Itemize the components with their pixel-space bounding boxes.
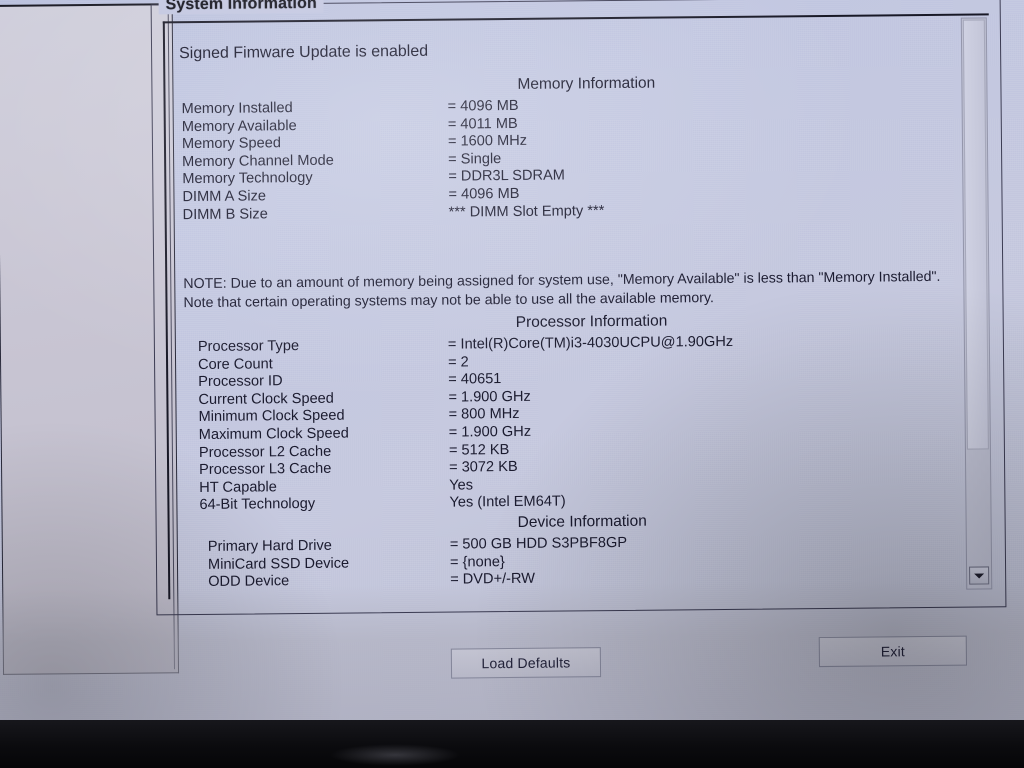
system-information-group: System Information Signed Fimware Update… xyxy=(150,0,1007,616)
info-row-value: = 1.900 GHz xyxy=(448,423,532,441)
load-defaults-button[interactable]: Load Defaults xyxy=(450,647,602,679)
left-navigation-pane-inner xyxy=(0,8,176,671)
section-rows-device: Primary Hard Drive = 500 GB HDD S3PBF8GP M… xyxy=(208,531,995,592)
section-title-processor: Processor Information xyxy=(515,312,668,331)
info-row-label: Processor L2 Cache xyxy=(198,443,332,461)
page-title: System Information xyxy=(158,0,324,15)
info-row-value: Yes (Intel EM64T) xyxy=(449,493,566,511)
info-row-label: Core Count xyxy=(198,355,273,373)
info-row-label: Current Clock Speed xyxy=(198,390,334,408)
section-rows-memory: Memory Installed = 4096 MB Memory Availabl… xyxy=(182,93,995,224)
laptop-screen: System Information Signed Fimware Update… xyxy=(0,0,1024,732)
info-row-label: Primary Hard Drive xyxy=(207,537,332,555)
info-row-label: Memory Installed xyxy=(181,100,293,118)
info-row-label: DIMM B Size xyxy=(182,205,268,223)
memory-note-text: NOTE: Due to an amount of memory being a… xyxy=(183,268,941,311)
info-row-label: 64-Bit Technology xyxy=(199,496,316,514)
info-row-value: = DVD+/-RW xyxy=(450,570,536,588)
info-row-label: HT Capable xyxy=(199,479,277,496)
info-row-value: *** DIMM Slot Empty *** xyxy=(448,202,605,221)
vertical-scrollbar[interactable] xyxy=(960,17,993,590)
info-row-value: = 4096 MB xyxy=(448,185,520,203)
info-row-value: = 3072 KB xyxy=(449,459,518,476)
section-title-memory: Memory Information xyxy=(517,74,656,93)
info-row-label: Processor ID xyxy=(198,373,283,391)
info-row-label: Processor Type xyxy=(197,338,300,356)
signed-firmware-banner: Signed Fimware Update is enabled xyxy=(179,42,429,63)
system-information-content-frame: Signed Fimware Update is enabled Memory … xyxy=(162,13,995,600)
info-row-label: DIMM A Size xyxy=(182,188,267,206)
info-row-label: Minimum Clock Speed xyxy=(198,407,345,426)
laptop-bezel xyxy=(0,720,1024,768)
section-rows-processor: Processor Type = Intel(R)Core(TM)i3-4030U… xyxy=(198,331,994,515)
scrollbar-thumb[interactable] xyxy=(962,19,989,450)
info-row-label: MiniCard SSD Device xyxy=(207,555,350,573)
info-row-value: = 4011 MB xyxy=(447,115,518,133)
exit-button[interactable]: Exit xyxy=(818,635,968,668)
info-row-value: = 1.900 GHz xyxy=(448,388,531,406)
info-row-value: = 40651 xyxy=(448,371,502,388)
section-title-device: Device Information xyxy=(517,512,647,531)
chevron-down-icon xyxy=(974,573,985,579)
info-row-value: Yes xyxy=(449,477,474,494)
info-row-label: Memory Available xyxy=(181,117,297,135)
bezel-reflection xyxy=(330,744,460,766)
info-row-value: = Single xyxy=(448,150,502,168)
info-row-label: Processor L3 Cache xyxy=(199,460,332,479)
info-row-value: = 1600 MHz xyxy=(447,133,528,150)
info-row-value: = 2 xyxy=(447,354,469,371)
info-row-label: Memory Speed xyxy=(181,135,282,153)
info-row-label: Memory Technology xyxy=(182,170,313,188)
info-row-label: Memory Channel Mode xyxy=(182,152,334,170)
footer-button-bar: Load Defaults Exit xyxy=(0,615,1024,699)
info-row-value: = 512 KB xyxy=(448,441,510,459)
scroll-down-button[interactable] xyxy=(969,566,990,585)
info-row-value: = 500 GB HDD S3PBF8GP xyxy=(449,534,628,553)
info-row-value: = Intel(R)Core(TM)i3-4030UCPU@1.90GHz xyxy=(447,333,734,353)
info-row-value: = DDR3L SDRAM xyxy=(448,167,566,185)
screen-photo: System Information Signed Fimware Update… xyxy=(0,0,1024,768)
info-row-value: = 4096 MB xyxy=(447,97,519,115)
info-row-value: = 800 MHz xyxy=(448,406,520,423)
info-row-value: = {none} xyxy=(449,553,505,571)
info-row-label: Maximum Clock Speed xyxy=(198,425,349,443)
info-row-label: ODD Device xyxy=(208,573,290,591)
